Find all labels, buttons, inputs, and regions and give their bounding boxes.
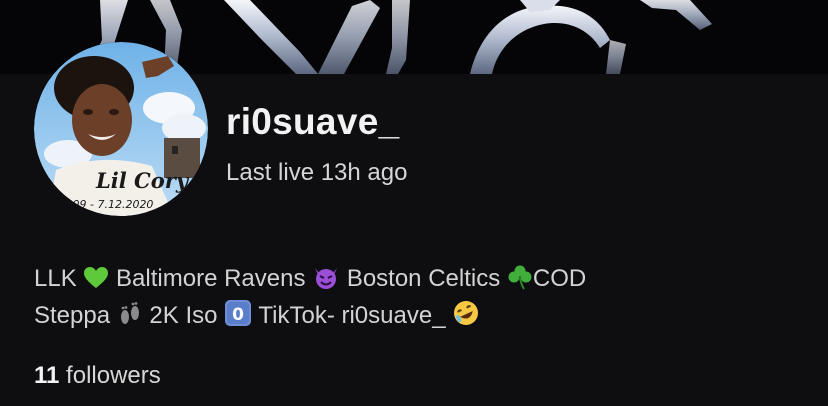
bio-text: Baltimore Ravens (116, 265, 306, 292)
keycap-zero-icon: 0 (224, 299, 252, 336)
bio-line-2: Steppa 2K Iso 0 TikTok- ri0suave_ (34, 299, 794, 336)
followers-count[interactable]: 11 followers (34, 362, 161, 390)
bio-text: COD (532, 265, 587, 292)
footprints-icon (117, 301, 143, 336)
followers-label: followers (66, 362, 161, 389)
bio-line-1: LLK Baltimore Ravens Boston Celtics COD (34, 262, 794, 299)
avatar-dates: 6.2009 - 7.12.2020 (48, 198, 153, 211)
shamrock-icon (507, 264, 533, 299)
smiling-devil-icon (312, 264, 340, 299)
profile-avatar[interactable]: Lil Cory 6.2009 - 7.12.2020 (34, 42, 208, 216)
bio-text: 2K Iso (149, 302, 218, 329)
rolling-laughing-icon (452, 299, 480, 336)
bio-text: Boston Celtics (346, 265, 501, 292)
profile-page: Lil Cory 6.2009 - 7.12.2020 ri0suave_ La… (0, 0, 828, 406)
bio-text: Steppa (34, 302, 111, 329)
last-live-status: Last live 13h ago (226, 159, 408, 186)
followers-number: 11 (34, 362, 60, 389)
username: ri0suave_ (226, 101, 400, 142)
bio-text: TikTok- ri0suave_ (258, 302, 446, 329)
avatar-caption: Lil Cory (95, 168, 190, 193)
profile-bio: LLK Baltimore Ravens Boston Celtics COD … (34, 262, 794, 336)
green-heart-icon (83, 266, 109, 299)
svg-text:0: 0 (232, 305, 244, 325)
bio-text: LLK (34, 265, 77, 292)
